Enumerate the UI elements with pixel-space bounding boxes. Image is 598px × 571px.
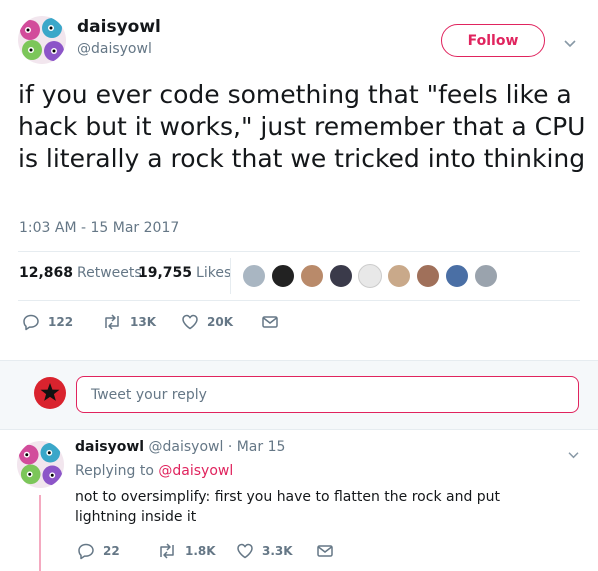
liker-avatar[interactable] [474,264,498,288]
heart-icon [237,543,253,559]
replying-to-link[interactable]: @daisyowl [158,463,233,479]
author-display-name[interactable]: daisyowl [77,17,161,37]
dm-envelope-icon [262,316,278,328]
liker-avatar[interactable] [358,264,382,288]
replying-prefix: Replying to [75,463,154,479]
thread-line [39,495,41,571]
reply-input[interactable]: Tweet your reply [76,376,579,413]
divider [18,251,580,252]
liker-avatar[interactable] [271,264,295,288]
likes-label: Likes [196,265,232,281]
reply-action[interactable]: 122 [22,313,73,331]
current-user-avatar[interactable] [34,377,66,409]
dm-envelope-icon [317,545,333,557]
liker-avatar[interactable] [387,264,411,288]
divider [18,300,580,301]
follow-button[interactable]: Follow [441,24,545,57]
retweet-count: 13K [130,315,156,329]
tweet-timestamp[interactable]: 1:03 AM - 15 Mar 2017 [19,220,179,236]
like-count: 3.3K [262,544,293,558]
reply-action[interactable]: 22 [77,542,120,560]
reply-icon [78,543,94,560]
author-handle[interactable]: @daisyowl [77,41,152,57]
reply-author-avatar[interactable] [17,441,64,488]
caret-down-icon[interactable] [567,445,580,459]
liker-avatar[interactable] [445,264,469,288]
like-action[interactable]: 20K [181,313,233,331]
author-avatar[interactable] [18,16,66,64]
reply-count: 122 [48,315,74,329]
reply-text: not to oversimplify: first you have to f… [75,489,501,525]
heart-icon [182,314,198,330]
liker-avatar[interactable] [416,264,440,288]
reply-display-name[interactable]: daisyowl [75,439,144,455]
caret-down-icon[interactable] [563,34,577,48]
retweets-count: 12,868 [19,265,74,281]
liker-avatar[interactable] [242,264,266,288]
liker-avatar[interactable] [300,264,324,288]
retweet-icon [160,543,174,559]
retweet-icon [105,314,119,330]
dm-action[interactable] [261,313,287,331]
reply-handle-date[interactable]: @daisyowl · Mar 15 [149,439,286,455]
reply-count: 22 [103,544,120,558]
tweet-text: if you ever code something that "feels l… [18,80,586,173]
likes-stat[interactable]: 19,755 Likes [138,265,231,281]
reply-author-header[interactable]: daisyowl @daisyowl · Mar 15 [75,439,285,455]
like-action[interactable]: 3.3K [236,542,293,560]
likes-count: 19,755 [138,265,193,281]
stats-separator [230,258,231,294]
retweet-count: 1.8K [185,544,216,558]
retweets-label: Retweets [77,265,142,281]
retweet-action[interactable]: 1.8K [157,542,216,560]
replying-to: Replying to @daisyowl [75,463,233,479]
reply-icon [23,314,39,331]
dm-action[interactable] [316,542,342,560]
retweets-stat[interactable]: 12,868 Retweets [19,265,142,281]
retweet-action[interactable]: 13K [102,313,156,331]
like-count: 20K [207,315,233,329]
liker-avatar[interactable] [329,264,353,288]
